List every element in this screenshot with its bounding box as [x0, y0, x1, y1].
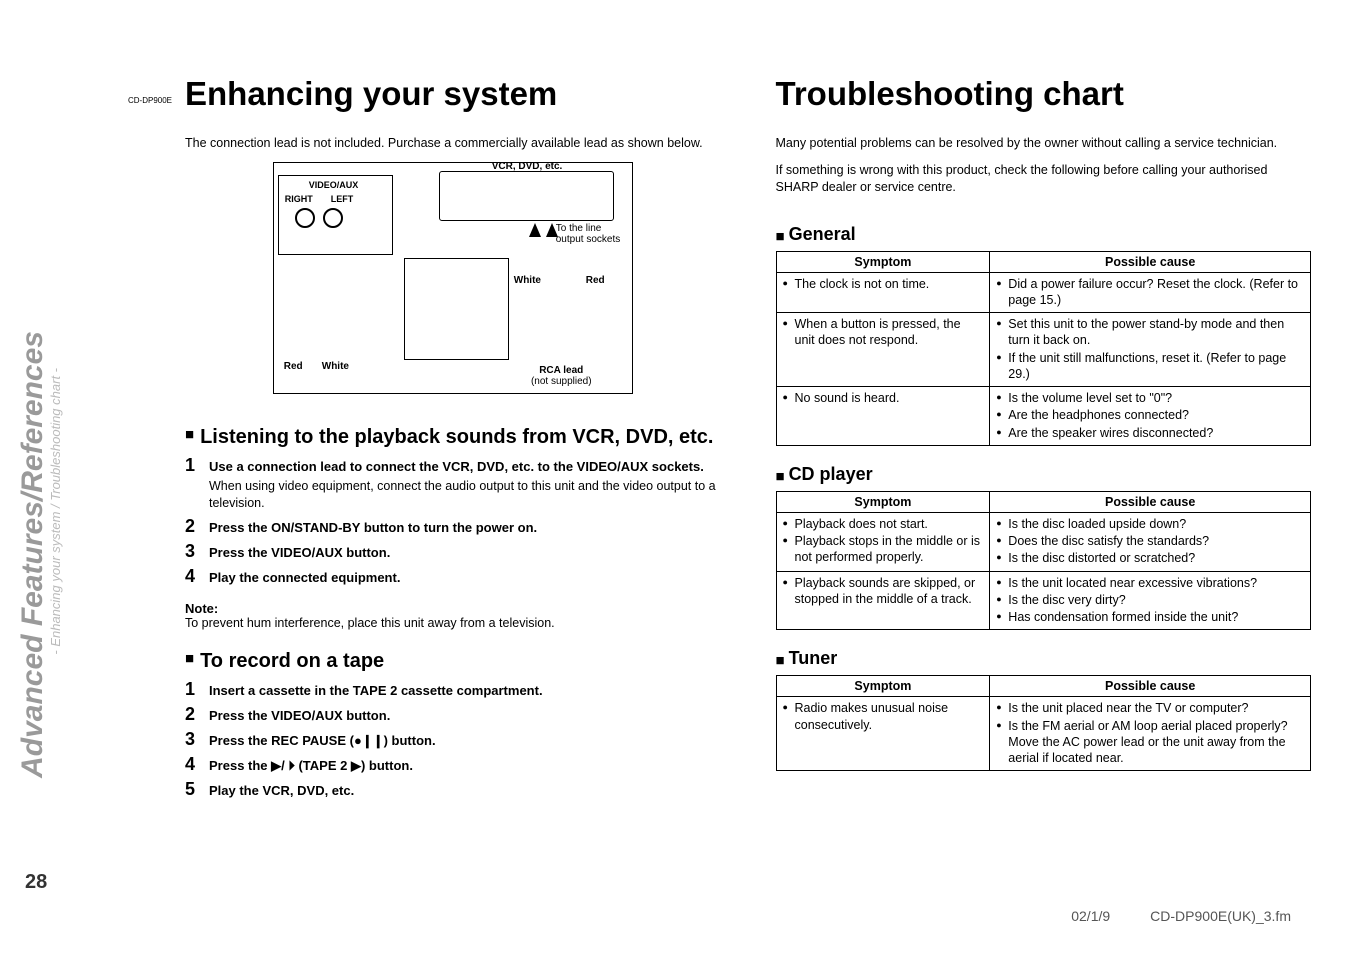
- rca-jack-left: [323, 208, 343, 228]
- cause-item: Is the FM aerial or AM loop aerial place…: [996, 718, 1304, 767]
- step-title: Play the VCR, DVD, etc.: [209, 783, 354, 798]
- diagram-rca-jacks: [295, 208, 343, 228]
- step-title: Use a connection lead to connect the VCR…: [209, 459, 704, 474]
- cause-item: Does the disc satisfy the standards?: [996, 533, 1304, 549]
- cause-item: Are the headphones connected?: [996, 407, 1304, 423]
- table-row: No sound is heard. Is the volume level s…: [776, 387, 1311, 446]
- th-symptom: Symptom: [776, 491, 990, 512]
- page-number: 28: [25, 871, 47, 894]
- step-title: Press the VIDEO/AUX button.: [209, 708, 390, 723]
- diagram-vcr-device: [439, 171, 614, 221]
- table-row: When a button is pressed, the unit does …: [776, 313, 1311, 387]
- diagram-rca-block: VIDEO/AUX RIGHT LEFT: [278, 175, 393, 255]
- arrow-up-icon: [529, 223, 541, 237]
- table-title-general: ■General: [776, 224, 1312, 245]
- steps-listening: Use a connection lead to connect the VCR…: [185, 455, 721, 591]
- connection-diagram: VCR, DVD, etc. VIDEO/AUX RIGHT LEFT To t…: [185, 162, 721, 402]
- sidebar-title: Advanced Features/References: [18, 331, 48, 778]
- cause-item: Is the disc very dirty?: [996, 592, 1304, 608]
- left-column: Enhancing your system The connection lea…: [185, 75, 721, 924]
- step-title: Play the connected equipment.: [209, 570, 400, 585]
- arrow-up-icon: [546, 223, 558, 237]
- th-symptom: Symptom: [776, 251, 990, 272]
- th-symptom: Symptom: [776, 676, 990, 697]
- footer-file: CD-DP900E(UK)_3.fm: [1150, 908, 1291, 924]
- table-row: Playback does not start. Playback stops …: [776, 512, 1311, 571]
- footer: 02/1/9 CD-DP900E(UK)_3.fm: [1071, 908, 1291, 924]
- step-title: Press the ON/STAND-BY button to turn the…: [209, 520, 537, 535]
- table-title-tuner: ■Tuner: [776, 648, 1312, 669]
- section-listening-heading: ■Listening to the playback sounds from V…: [185, 426, 721, 449]
- cause-item: Is the disc loaded upside down?: [996, 516, 1304, 532]
- cause-item: Did a power failure occur? Reset the clo…: [996, 276, 1304, 309]
- table-title-cd: ■CD player: [776, 464, 1312, 485]
- cause-item: Is the disc distorted or scratched?: [996, 550, 1304, 566]
- section-record-heading: ■To record on a tape: [185, 650, 721, 673]
- trouble-intro-2: If something is wrong with this product,…: [776, 162, 1312, 196]
- enhancing-intro: The connection lead is not included. Pur…: [185, 135, 721, 152]
- step-title: Press the REC PAUSE (●❙❙) button.: [209, 733, 436, 748]
- step-desc: When using video equipment, connect the …: [209, 478, 721, 512]
- heading-troubleshooting: Troubleshooting chart: [776, 75, 1312, 113]
- cause-item: Is the volume level set to "0"?: [996, 390, 1304, 406]
- symptom-item: Playback sounds are skipped, or stopped …: [783, 575, 984, 608]
- symptom-item: Radio makes unusual noise consecutively.: [783, 700, 984, 733]
- step-title: Press the ▶/ ⏵ (TAPE 2 ▶) button.: [209, 758, 413, 773]
- diagram-video-aux-label: VIDEO/AUX: [309, 180, 359, 190]
- right-column: Troubleshooting chart Many potential pro…: [776, 75, 1312, 924]
- diagram-left-label: LEFT: [331, 194, 354, 204]
- note-label: Note:: [185, 601, 721, 616]
- diagram-white2-label: White: [322, 361, 349, 372]
- symptom-item: The clock is not on time.: [783, 276, 984, 292]
- cause-item: Are the speaker wires disconnected?: [996, 425, 1304, 441]
- th-cause: Possible cause: [990, 676, 1311, 697]
- table-row: Radio makes unusual noise consecutively.…: [776, 697, 1311, 771]
- symptom-item: Playback does not start.: [783, 516, 984, 532]
- cause-item: If the unit still malfunctions, reset it…: [996, 350, 1304, 383]
- footer-date: 02/1/9: [1071, 908, 1110, 924]
- rca-jack-right: [295, 208, 315, 228]
- cause-item: Is the unit located near excessive vibra…: [996, 575, 1304, 591]
- diagram-rear-panel: [404, 258, 509, 360]
- sidebar-subtitle: - Enhancing your system / Troubleshootin…: [48, 368, 63, 655]
- diagram-red2-label: Red: [284, 361, 303, 372]
- table-tuner: SymptomPossible cause Radio makes unusua…: [776, 675, 1312, 771]
- symptom-item: No sound is heard.: [783, 390, 984, 406]
- diagram-rca-lead-label: RCA lead: [539, 365, 583, 376]
- cause-item: Is the unit placed near the TV or comput…: [996, 700, 1304, 716]
- table-general: SymptomPossible cause The clock is not o…: [776, 251, 1312, 446]
- diagram-not-supplied: (not supplied): [531, 376, 592, 387]
- step-title: Insert a cassette in the TAPE 2 cassette…: [209, 683, 543, 698]
- table-cd: SymptomPossible cause Playback does not …: [776, 491, 1312, 631]
- symptom-item: Playback stops in the middle or is not p…: [783, 533, 984, 566]
- symptom-item: When a button is pressed, the unit does …: [783, 316, 984, 349]
- sidebar: Advanced Features/References - Enhancing…: [0, 0, 165, 954]
- cause-item: Set this unit to the power stand-by mode…: [996, 316, 1304, 349]
- diagram-red-label: Red: [586, 275, 605, 286]
- cause-item: Has condensation formed inside the unit?: [996, 609, 1304, 625]
- square-bullet-icon: ■: [185, 426, 194, 443]
- note-text: To prevent hum interference, place this …: [185, 616, 721, 630]
- model-code: CD-DP900E: [128, 96, 172, 105]
- th-cause: Possible cause: [990, 491, 1311, 512]
- square-bullet-icon: ■: [185, 650, 194, 667]
- table-row: The clock is not on time. Did a power fa…: [776, 272, 1311, 313]
- diagram-white-label: White: [514, 275, 541, 286]
- trouble-intro-1: Many potential problems can be resolved …: [776, 135, 1312, 152]
- th-cause: Possible cause: [990, 251, 1311, 272]
- heading-enhancing: Enhancing your system: [185, 75, 721, 113]
- steps-record: Insert a cassette in the TAPE 2 cassette…: [185, 679, 721, 804]
- square-bullet-icon: ■: [776, 652, 785, 669]
- square-bullet-icon: ■: [776, 468, 785, 485]
- diagram-right-label: RIGHT: [285, 194, 313, 204]
- step-title: Press the VIDEO/AUX button.: [209, 545, 390, 560]
- diagram-line-out-label: To the line output sockets: [556, 223, 626, 245]
- table-row: Playback sounds are skipped, or stopped …: [776, 571, 1311, 630]
- square-bullet-icon: ■: [776, 228, 785, 245]
